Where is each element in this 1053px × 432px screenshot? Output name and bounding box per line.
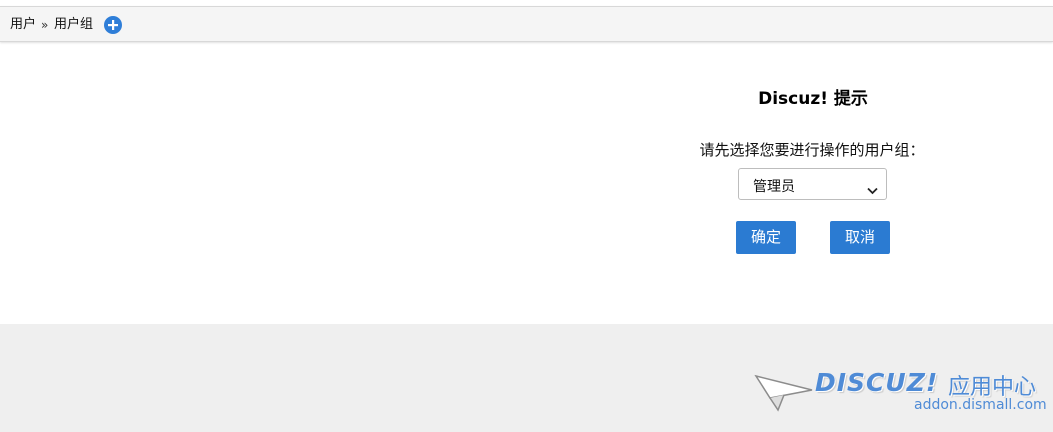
footer: DISCUZ! 应用中心 addon.dismall.com — [0, 324, 1053, 432]
breadcrumb-separator: » — [41, 18, 49, 32]
dialog-message: 请先选择您要进行操作的用户组： — [699, 141, 925, 159]
confirm-button[interactable]: 确定 — [736, 221, 796, 254]
breadcrumb-bar: 用户 » 用户组 — [0, 6, 1053, 42]
cancel-button[interactable]: 取消 — [830, 221, 890, 254]
usergroup-select-value: 管理员 — [753, 179, 795, 195]
usergroup-select[interactable]: 管理员 — [738, 168, 887, 200]
breadcrumb-item-usergroups[interactable]: 用户组 — [54, 17, 93, 33]
chevron-down-icon — [867, 180, 878, 199]
breadcrumb-item-users[interactable]: 用户 — [10, 17, 36, 33]
logo-url: addon.dismall.com — [914, 397, 1047, 413]
discuz-logo-text: DISCUZ! — [815, 368, 939, 397]
dialog-title: Discuz! 提示 — [758, 89, 868, 109]
paper-plane-icon — [754, 370, 814, 416]
add-icon[interactable] — [104, 16, 122, 34]
